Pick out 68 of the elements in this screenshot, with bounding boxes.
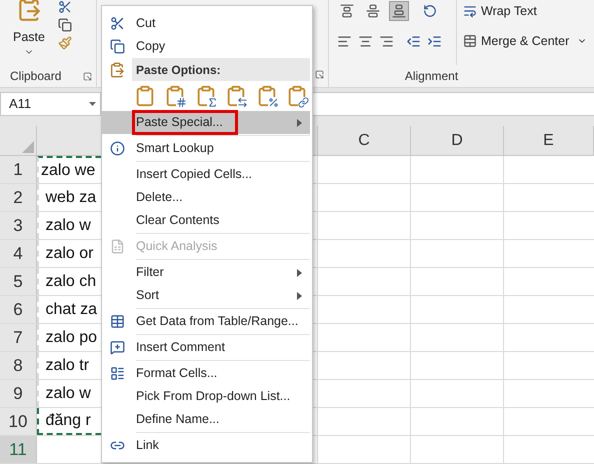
cell-text: đăng r bbox=[44, 410, 91, 430]
menu-item[interactable]: Format Cells... bbox=[102, 362, 310, 385]
info-icon bbox=[110, 141, 124, 156]
menu-item[interactable]: Pick From Drop-down List... bbox=[102, 385, 310, 408]
copy-icon[interactable] bbox=[58, 18, 72, 32]
row-header[interactable]: 3 bbox=[0, 212, 37, 239]
paste-options-header: Paste Options: bbox=[132, 58, 310, 81]
row-header[interactable]: 2 bbox=[0, 184, 37, 211]
align-left-icon[interactable] bbox=[337, 34, 352, 48]
orientation-icon[interactable] bbox=[423, 4, 437, 18]
row-header[interactable]: 11 bbox=[0, 436, 37, 463]
table-icon bbox=[110, 314, 124, 329]
clipboard-icon bbox=[109, 62, 125, 78]
menu-item[interactable]: Link bbox=[102, 434, 310, 457]
dialog-launcher-icon[interactable] bbox=[315, 70, 324, 79]
vertical-align-button[interactable] bbox=[389, 1, 409, 21]
row-header[interactable]: 8 bbox=[0, 352, 37, 379]
scissors-icon bbox=[110, 16, 124, 31]
menu-item[interactable]: Smart Lookup bbox=[102, 137, 310, 160]
row-header[interactable]: 7 bbox=[0, 324, 37, 351]
paste-button[interactable]: Paste bbox=[10, 0, 48, 65]
wrap-text-button[interactable]: Wrap Text bbox=[463, 0, 588, 22]
menu-item[interactable]: Clear Contents bbox=[102, 209, 310, 232]
menu-item[interactable]: Sort bbox=[102, 284, 310, 307]
comment-icon bbox=[110, 340, 124, 355]
cell-text: chat za bbox=[44, 300, 98, 320]
indent-decrease-icon[interactable] bbox=[406, 34, 421, 48]
group-label: Clipboard bbox=[10, 68, 62, 85]
menu-item[interactable]: Delete... bbox=[102, 186, 310, 209]
menu-item[interactable]: Insert Copied Cells... bbox=[102, 163, 310, 186]
cell-text: zalo we bbox=[41, 160, 96, 180]
menu-item[interactable]: Cut bbox=[102, 12, 310, 35]
cell-text: zalo w bbox=[44, 384, 91, 404]
dialog-launcher-icon[interactable] bbox=[83, 72, 92, 80]
merge-center-button[interactable]: Merge & Center bbox=[463, 30, 588, 52]
menu-item[interactable]: Filter bbox=[102, 261, 310, 284]
column-header[interactable]: E bbox=[504, 126, 594, 155]
menu-item[interactable]: Get Data from Table/Range... bbox=[102, 310, 310, 333]
cell-text: zalo w bbox=[44, 216, 91, 236]
merge-cells-icon bbox=[463, 34, 477, 48]
menu-item[interactable]: Paste Special... bbox=[102, 111, 310, 134]
row-header[interactable]: 4 bbox=[0, 240, 37, 267]
wrap-text-icon bbox=[463, 4, 477, 18]
menu-item[interactable]: Define Name... bbox=[102, 408, 310, 431]
copy-icon bbox=[110, 39, 124, 54]
indent-increase-icon[interactable] bbox=[427, 34, 442, 48]
row-header[interactable]: 1 bbox=[0, 156, 37, 183]
cell-text: zalo tr bbox=[44, 356, 90, 376]
menu-item[interactable]: Insert Comment bbox=[102, 336, 310, 359]
list-icon bbox=[110, 366, 124, 381]
cut-icon[interactable] bbox=[58, 0, 72, 14]
menu-item[interactable]: Copy bbox=[102, 35, 310, 58]
cell-text: web za bbox=[44, 188, 96, 208]
column-header[interactable]: C bbox=[318, 126, 411, 155]
align-center-icon[interactable] bbox=[358, 34, 373, 48]
row-header[interactable]: 5 bbox=[0, 268, 37, 295]
row-header[interactable]: 9 bbox=[0, 380, 37, 407]
align-right-icon[interactable] bbox=[379, 34, 394, 48]
cell-text: zalo ch bbox=[44, 272, 96, 292]
column-header[interactable]: D bbox=[411, 126, 504, 155]
name-box[interactable]: A11 bbox=[0, 92, 101, 116]
group-label: Alignment bbox=[404, 68, 458, 85]
spreadsheet-icon bbox=[110, 239, 124, 254]
cell-text: zalo or bbox=[44, 244, 94, 264]
cell-text: zalo po bbox=[44, 328, 98, 348]
row-header[interactable]: 6 bbox=[0, 296, 37, 323]
row-header[interactable]: 10 bbox=[0, 408, 37, 435]
triangle-icon bbox=[22, 141, 34, 153]
